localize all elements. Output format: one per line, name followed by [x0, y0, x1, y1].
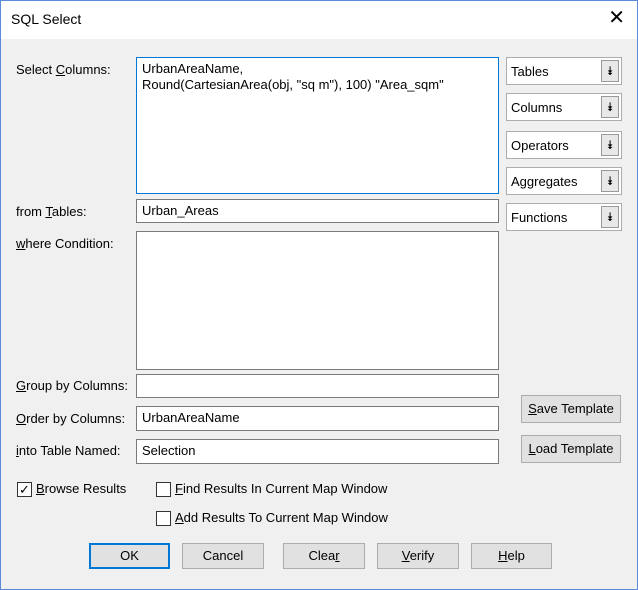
close-icon[interactable]: ✕	[608, 8, 625, 28]
dropdown-arrow-icon[interactable]: ⯯	[601, 206, 619, 228]
where-condition-input[interactable]	[136, 231, 499, 370]
find-results-label: Find Results In Current Map Window	[175, 481, 388, 496]
operators-dropdown[interactable]: Operators ⯯	[506, 131, 622, 159]
add-results-checkbox[interactable]	[156, 511, 171, 526]
group-by-label: Group by Columns:	[16, 378, 129, 393]
from-tables-input[interactable]: Urban_Areas	[136, 199, 499, 223]
sql-select-dialog: SQL Select ✕ Select Columns: from Tables…	[0, 0, 638, 590]
ok-button[interactable]: OK	[89, 543, 170, 569]
group-by-input[interactable]	[136, 374, 499, 398]
dropdown-arrow-icon[interactable]: ⯯	[601, 96, 619, 118]
into-table-input[interactable]: Selection	[136, 439, 499, 464]
functions-dropdown[interactable]: Functions ⯯	[506, 203, 622, 231]
verify-button[interactable]: Verify	[377, 543, 459, 569]
cancel-button[interactable]: Cancel	[182, 543, 264, 569]
title-bar: SQL Select ✕	[1, 1, 637, 39]
browse-results-label: Browse Results	[36, 481, 127, 496]
aggregates-dropdown[interactable]: Aggregates ⯯	[506, 167, 622, 195]
dropdown-arrow-icon[interactable]: ⯯	[601, 134, 619, 156]
clear-button[interactable]: Clear	[283, 543, 365, 569]
tables-dropdown[interactable]: Tables ⯯	[506, 57, 622, 85]
select-columns-label: Select Columns:	[16, 62, 111, 77]
columns-dropdown[interactable]: Columns ⯯	[506, 93, 622, 121]
browse-results-checkbox[interactable]: ✓	[17, 482, 32, 497]
into-table-label: into Table Named:	[16, 443, 121, 458]
select-columns-input[interactable]: UrbanAreaName, Round(CartesianArea(obj, …	[136, 57, 499, 194]
load-template-button[interactable]: Load Template	[521, 435, 621, 463]
dropdown-arrow-icon[interactable]: ⯯	[601, 60, 619, 82]
where-condition-label: where Condition:	[16, 236, 114, 251]
help-button[interactable]: Help	[471, 543, 552, 569]
order-by-input[interactable]: UrbanAreaName	[136, 406, 499, 431]
add-results-label: Add Results To Current Map Window	[175, 510, 388, 525]
find-results-checkbox[interactable]	[156, 482, 171, 497]
dialog-title: SQL Select	[11, 11, 82, 27]
dropdown-arrow-icon[interactable]: ⯯	[601, 170, 619, 192]
save-template-button[interactable]: Save Template	[521, 395, 621, 423]
order-by-label: Order by Columns:	[16, 411, 126, 426]
from-tables-label: from Tables:	[16, 204, 87, 219]
